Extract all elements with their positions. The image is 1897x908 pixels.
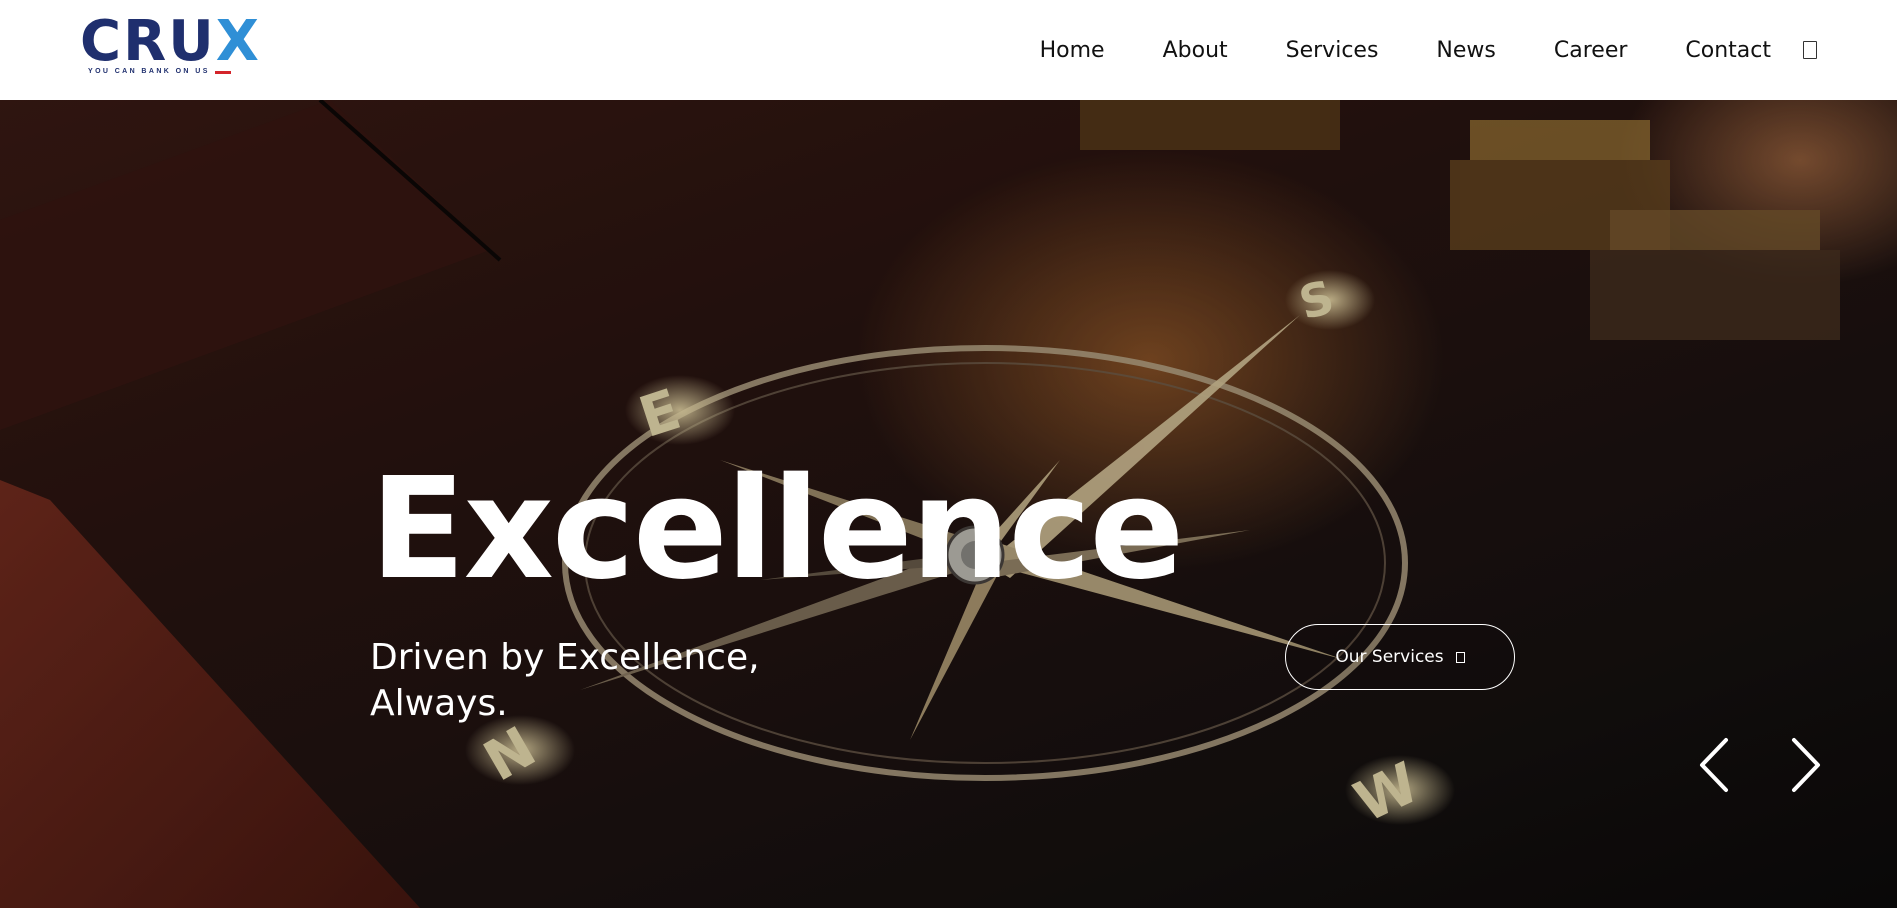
chevron-right-icon[interactable] — [1780, 735, 1830, 795]
logo-tagline: YOU CAN BANK ON US — [88, 68, 210, 75]
nav-career[interactable]: Career — [1554, 38, 1628, 63]
hero-headline: Excellence — [370, 448, 1184, 611]
logo-text: CRU — [80, 9, 216, 74]
our-services-button[interactable]: Our Services — [1285, 624, 1515, 690]
logo-accent: X — [215, 9, 261, 74]
hero-subline: Driven by Excellence, Always. — [370, 637, 760, 724]
nav-news[interactable]: News — [1436, 38, 1495, 63]
cta-label: Our Services — [1335, 647, 1444, 667]
hero-slider: E S N W Excellence Driven by Excellence,… — [0, 100, 1897, 908]
nav-services[interactable]: Services — [1286, 38, 1379, 63]
nav-about[interactable]: About — [1163, 38, 1228, 63]
site-header: CRUX YOU CAN BANK ON US Home About Servi… — [0, 0, 1897, 100]
logo-wordmark: CRUX — [80, 14, 261, 70]
logo-flag-mark — [215, 71, 231, 74]
brand-logo[interactable]: CRUX YOU CAN BANK ON US — [80, 14, 270, 80]
arrow-box-icon — [1455, 651, 1465, 663]
chevron-left-icon[interactable] — [1690, 735, 1740, 795]
nav-home[interactable]: Home — [1040, 38, 1105, 63]
main-nav: Home About Services News Career Contact — [1040, 0, 1817, 100]
nav-contact[interactable]: Contact — [1685, 38, 1771, 63]
search-icon[interactable] — [1803, 41, 1817, 59]
